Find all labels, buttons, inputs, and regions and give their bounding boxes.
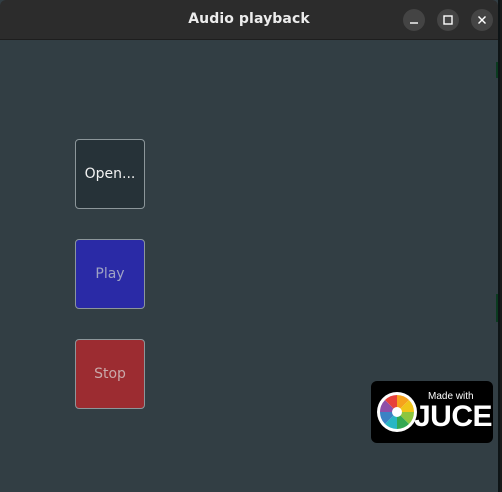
open-button[interactable]: Open... — [75, 139, 145, 209]
edge-divider — [496, 294, 498, 322]
close-icon — [478, 16, 486, 24]
edge-divider — [496, 62, 498, 78]
stop-button-label: Stop — [94, 366, 126, 382]
stop-button[interactable]: Stop — [75, 339, 145, 409]
juce-wordmark: JUCE — [414, 400, 493, 433]
maximize-button[interactable] — [437, 9, 459, 31]
app-window: Audio playback Open... Play Stop Made wi… — [0, 0, 500, 492]
minimize-button[interactable] — [403, 9, 425, 31]
title-bar[interactable]: Audio playback — [0, 0, 498, 40]
close-button[interactable] — [471, 9, 493, 31]
maximize-icon — [443, 15, 453, 25]
open-button-label: Open... — [84, 166, 136, 182]
play-button[interactable]: Play — [75, 239, 145, 309]
minimize-icon — [410, 22, 418, 24]
made-with-juce-badge[interactable]: Made with JUCE — [371, 381, 493, 443]
play-button-label: Play — [95, 266, 125, 282]
juce-logo-icon — [377, 392, 417, 432]
